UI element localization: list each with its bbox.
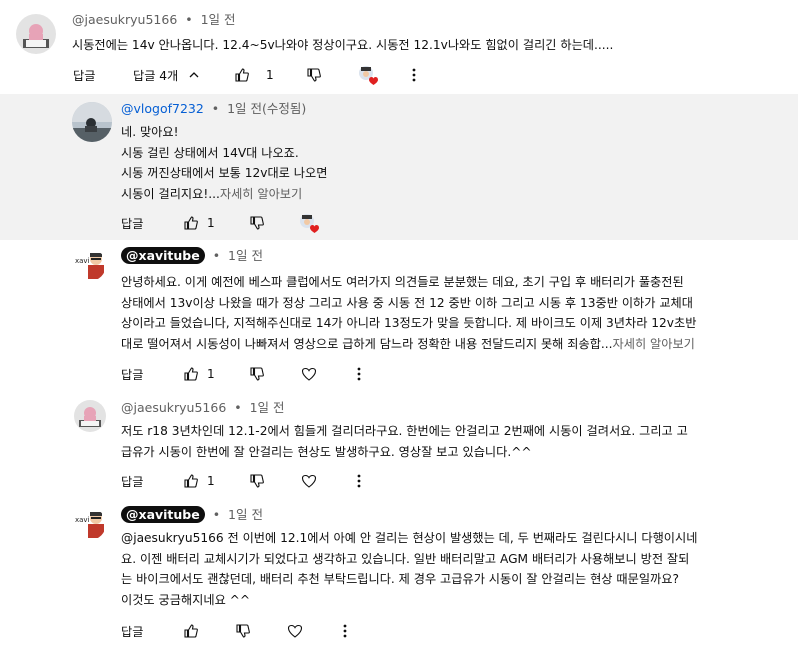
more-actions-icon[interactable] [356, 363, 362, 385]
reply-highlighted: @vlogof7232 • 1일 전(수정됨) 네. 맞아요! 시동 걸린 상태… [0, 94, 798, 240]
reply-button[interactable]: 답글 [121, 470, 143, 492]
heart-outline-icon [301, 367, 317, 381]
comment-author[interactable]: @jaesukryu5166 [72, 12, 177, 27]
heart-button[interactable] [287, 620, 303, 642]
thumb-up-icon [184, 474, 198, 488]
thumb-up-icon [184, 624, 198, 638]
like-button[interactable] [183, 212, 199, 234]
like-count: 1 [207, 474, 215, 488]
svg-text:xavi: xavi [75, 257, 90, 265]
thumb-up-icon [184, 367, 198, 381]
thumb-down-icon [236, 624, 250, 638]
like-button[interactable] [183, 470, 199, 492]
more-actions-icon[interactable] [342, 620, 348, 642]
comment-timestamp[interactable]: 1일 전 [201, 12, 236, 27]
reply: xavi @xavitube • 1일 전 안녕하세요. 이게 예전에 베스파 … [0, 240, 798, 390]
avatar[interactable] [74, 400, 106, 432]
reply: @jaesukryu5166 • 1일 전 저도 r18 3년차인데 12.1-… [0, 390, 798, 500]
like-button[interactable] [183, 363, 199, 385]
comment-text: @jaesukryu5166 전 이번에 12.1에서 아예 안 걸리는 현상이… [121, 531, 698, 608]
thumb-up-icon [184, 216, 198, 230]
heart-outline-icon [301, 474, 317, 488]
thumb-down-icon [307, 68, 321, 82]
like-count: 1 [207, 216, 215, 230]
reply-button[interactable]: 답글 [121, 212, 143, 234]
read-more-link[interactable]: 자세히 알아보기 [220, 187, 302, 201]
avatar[interactable]: xavi [74, 508, 106, 540]
read-more-link[interactable]: 자세히 알아보기 [613, 337, 695, 351]
comment-timestamp[interactable]: 1일 전 [228, 507, 263, 522]
view-replies-button[interactable]: 답글 4개 [133, 64, 200, 86]
creator-author-badge[interactable]: @xavitube [121, 247, 205, 264]
reply: xavi @xavitube • 1일 전 @jaesukryu5166 전 이… [0, 500, 798, 648]
creator-author-badge[interactable]: @xavitube [121, 506, 205, 523]
avatar[interactable] [72, 102, 112, 142]
comment-author[interactable]: @vlogof7232 [121, 101, 204, 116]
chevron-up-icon [188, 69, 200, 81]
thumb-down-icon [250, 474, 264, 488]
comment-author[interactable]: @jaesukryu5166 [121, 400, 226, 415]
reply-button[interactable]: 답글 [121, 363, 143, 385]
avatar[interactable]: xavi [74, 249, 106, 281]
thumb-down-icon [250, 367, 264, 381]
dislike-button[interactable] [249, 212, 265, 234]
comment-text: 안녕하세요. 이게 예전에 베스파 클럽에서도 여러가지 의견들로 분분했는 데… [121, 275, 697, 352]
svg-text:xavi: xavi [75, 516, 90, 524]
creator-heart-icon [358, 64, 378, 86]
reply-button[interactable]: 답글 [121, 620, 143, 642]
more-actions-icon[interactable] [356, 470, 362, 492]
comments-page: @jaesukryu5166 • 1일 전 시동전에는 14v 안나옵니다. 1… [0, 0, 798, 648]
heart-button[interactable] [301, 470, 317, 492]
dislike-button[interactable] [249, 470, 265, 492]
avatar[interactable] [16, 14, 56, 54]
comment-text: 저도 r18 3년차인데 12.1-2에서 힘들게 걸리더라구요. 한번에는 안… [121, 424, 688, 459]
thumb-down-icon [250, 216, 264, 230]
comment-timestamp[interactable]: 1일 전(수정됨) [227, 101, 306, 116]
reply-button[interactable]: 답글 [73, 64, 95, 86]
more-actions-icon[interactable] [411, 64, 417, 86]
thumb-up-icon [235, 68, 249, 82]
dislike-button[interactable] [249, 363, 265, 385]
comment-timestamp[interactable]: 1일 전 [228, 248, 263, 263]
creator-heart-icon [299, 212, 319, 234]
heart-outline-icon [287, 624, 303, 638]
comment-text: 시동전에는 14v 안나옵니다. 12.4~5v나와야 정상이구요. 시동전 1… [72, 38, 614, 52]
heart-button[interactable] [301, 363, 317, 385]
dislike-button[interactable] [306, 64, 322, 86]
dislike-button[interactable] [235, 620, 251, 642]
like-button[interactable] [234, 64, 250, 86]
like-count: 1 [207, 367, 215, 381]
comment-thread: @jaesukryu5166 • 1일 전 시동전에는 14v 안나옵니다. 1… [0, 0, 798, 94]
comment-text: 네. 맞아요! 시동 걸린 상태에서 14V대 나오죠. 시동 꺼진상태에서 보… [121, 125, 328, 202]
like-count: 1 [266, 68, 274, 82]
comment-timestamp[interactable]: 1일 전 [250, 400, 285, 415]
like-button[interactable] [183, 620, 199, 642]
